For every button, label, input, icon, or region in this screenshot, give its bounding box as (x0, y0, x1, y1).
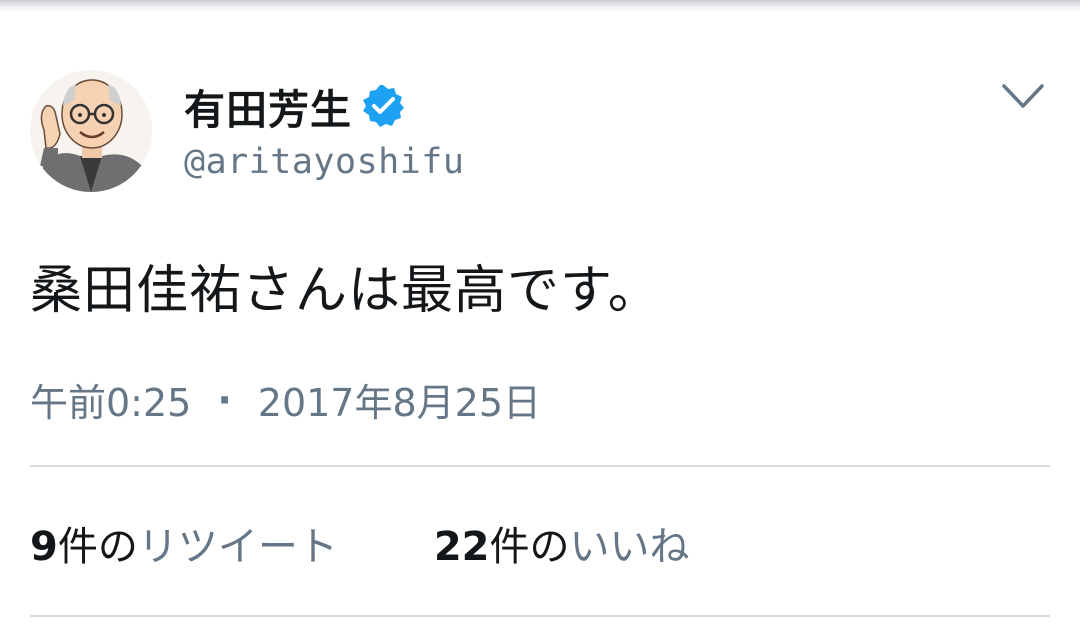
retweet-count-link[interactable]: 9 件の リツイート (30, 514, 338, 572)
retweet-count: 9 (30, 524, 58, 570)
display-name[interactable]: 有田芳生 (184, 76, 352, 136)
tweet-date: 2017年8月25日 (257, 381, 542, 425)
tweet-stats: 9 件の リツイート 22 件の いいね (30, 514, 690, 572)
tweet-timestamp[interactable]: 午前0:25 · 2017年8月25日 (30, 372, 541, 427)
like-count-unit: 件の (489, 524, 570, 570)
avatar[interactable] (30, 70, 152, 192)
tweet-time: 午前0:25 (30, 381, 192, 425)
like-count-link[interactable]: 22 件の いいね (434, 514, 690, 572)
user-handle[interactable]: @aritayoshifu (184, 142, 464, 182)
chevron-down-icon[interactable] (1000, 78, 1046, 118)
timestamp-separator: · (217, 377, 232, 422)
retweet-label: リツイート (137, 524, 338, 570)
divider (30, 465, 1050, 467)
top-shadow (0, 0, 1080, 12)
tweet-text: 桑田佳祐さんは最高です。 (30, 261, 661, 321)
like-label: いいね (569, 524, 690, 570)
divider (30, 615, 1050, 617)
verified-badge-icon (360, 83, 406, 129)
like-count: 22 (433, 524, 490, 570)
retweet-count-unit: 件の (57, 524, 138, 570)
display-name-row[interactable]: 有田芳生 (184, 76, 406, 136)
